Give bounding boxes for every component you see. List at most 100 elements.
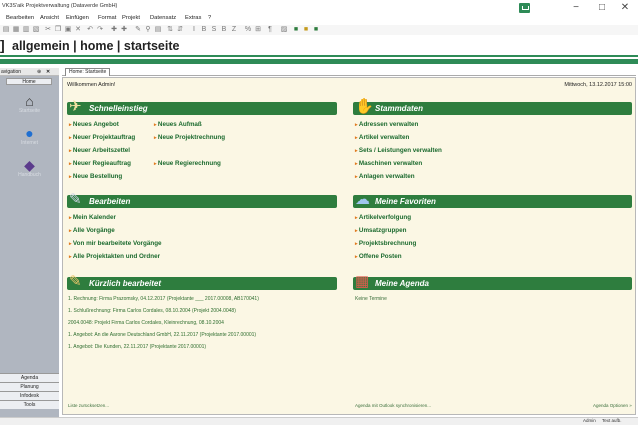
- window-title: VK3S'aik Projektverwaltung (Dataverde Gm…: [2, 3, 118, 9]
- link-neue-regierechnung[interactable]: Neue Regierechnung: [154, 160, 221, 167]
- bold-icon[interactable]: B: [200, 26, 208, 34]
- page-icon[interactable]: ▧: [32, 26, 40, 34]
- link-maschinen[interactable]: Maschinen verwalten: [355, 160, 422, 167]
- recent-item[interactable]: 1. Angebot: Die Kunden, 22.11.2017 (Proj…: [68, 344, 206, 350]
- nav-item-handbuch[interactable]: ◆ Handbuch: [0, 158, 59, 178]
- nav-tab-agenda[interactable]: Agenda: [0, 373, 59, 382]
- reset-list-link[interactable]: Liste zurücksetzen...: [68, 403, 109, 408]
- agenda-options-link[interactable]: Agenda Optionen »: [593, 403, 632, 408]
- panel-header-bearbeiten: ✎ Bearbeiten: [67, 192, 337, 208]
- link-neuer-projektauftrag[interactable]: Neuer Projektauftrag: [69, 134, 135, 141]
- link-neues-angebot[interactable]: Neues Angebot: [69, 121, 119, 128]
- menu-help[interactable]: ?: [208, 15, 211, 21]
- copy-icon[interactable]: ❐: [54, 26, 62, 34]
- link-projektsbrechnung[interactable]: Projektsbrechnung: [355, 240, 416, 247]
- preview-icon[interactable]: ▥: [22, 26, 30, 34]
- nav-tab-tools[interactable]: Tools: [0, 400, 59, 409]
- open-icon[interactable]: ▤: [2, 26, 10, 34]
- nav-home-tab[interactable]: Home: [6, 78, 52, 85]
- page-header: ] allgemein | home | startseite: [0, 37, 638, 57]
- menu-format[interactable]: Format: [98, 15, 116, 21]
- recent-item[interactable]: 2004.0048: Projekt Firma Carlos Cordales…: [68, 320, 224, 326]
- cut-icon[interactable]: ✂: [44, 26, 52, 34]
- nav-tab-infodesk[interactable]: Infodesk: [0, 391, 59, 400]
- panel-header-kuerzlich: ✎ Kürzlich bearbeitet: [67, 274, 337, 290]
- save-icon[interactable]: ■: [292, 26, 300, 34]
- link-offene-posten[interactable]: Offene Posten: [355, 253, 402, 260]
- percent-icon[interactable]: %: [244, 26, 252, 34]
- nav-forward-icon[interactable]: ✚: [120, 26, 128, 34]
- recent-item[interactable]: 1. Schlußrechnung: Firma Carlos Cordales…: [68, 308, 236, 314]
- nav-back-icon[interactable]: ✚: [110, 26, 118, 34]
- paste-icon[interactable]: ▣: [64, 26, 72, 34]
- maximize-button[interactable]: □: [591, 2, 613, 13]
- welcome-text: Willkommen Admin!: [67, 82, 116, 88]
- link-meine-vorgaenge[interactable]: Von mir bearbeitete Vorgänge: [69, 240, 162, 247]
- link-mein-kalender[interactable]: Mein Kalender: [69, 214, 116, 221]
- nav-item-label: Internet: [21, 140, 38, 146]
- favorites-icon: ☁: [355, 191, 370, 208]
- link-neue-bestellung[interactable]: Neue Bestellung: [69, 173, 122, 180]
- link-artikelverfolgung[interactable]: Artikelverfolgung: [355, 214, 411, 221]
- close-button[interactable]: ✕: [614, 2, 636, 13]
- document-icon[interactable]: ▤: [154, 26, 162, 34]
- outlook-sync-link[interactable]: Agenda mit Outlook synchronisieren...: [355, 403, 431, 408]
- link-projektakten[interactable]: Alle Projektakten und Ordner: [69, 253, 160, 260]
- link-anlagen[interactable]: Anlagen verwalten: [355, 173, 415, 180]
- menu-extras[interactable]: Extras: [185, 15, 201, 21]
- edit-icon[interactable]: ✎: [134, 26, 142, 34]
- status-bar: Admin Text aufb.: [0, 417, 638, 425]
- folder-icon[interactable]: ■: [302, 26, 310, 34]
- font-icon[interactable]: B: [220, 26, 228, 34]
- format-icon[interactable]: ¶: [266, 26, 274, 34]
- link-umsatzgruppen[interactable]: Umsatzgruppen: [355, 227, 407, 234]
- header-bracket-icon: ]: [0, 37, 5, 53]
- panel-title: Bearbeiten: [89, 197, 131, 206]
- link-alle-vorgaenge[interactable]: Alle Vorgänge: [69, 227, 115, 234]
- redo-icon[interactable]: ↷: [96, 26, 104, 34]
- link-neue-projektrechnung[interactable]: Neue Projektrechnung: [154, 134, 225, 141]
- menu-projekt[interactable]: Projekt: [122, 15, 140, 21]
- menu-datensatz[interactable]: Datensatz: [150, 15, 176, 21]
- search-icon[interactable]: ⚲: [144, 26, 152, 34]
- nav-item-internet[interactable]: ● Internet: [0, 126, 59, 146]
- text-icon[interactable]: I: [190, 26, 198, 34]
- print-icon[interactable]: ▦: [12, 26, 20, 34]
- menu-einfuegen[interactable]: Einfügen: [66, 15, 89, 21]
- current-datetime: Mittwoch, 13.12.2017 15:00: [564, 82, 632, 88]
- table-icon[interactable]: ⊞: [254, 26, 262, 34]
- tab-strip: Home: Startseite: [62, 66, 636, 76]
- pin-icon[interactable]: ⊕: [37, 69, 41, 75]
- link-neuer-regieauftrag[interactable]: Neuer Regieauftrag: [69, 160, 131, 167]
- chart-icon[interactable]: ▨: [280, 26, 288, 34]
- toolbar: ▤ ▦ ▥ ▧ ✂ ❐ ▣ ✕ ↶ ↷ ✚ ✚ ✎ ⚲ ▤ ⇅ ⇵ I B S …: [0, 25, 638, 35]
- recent-item[interactable]: 1. Angebot: An die Aarone Deutschland Gm…: [68, 332, 256, 338]
- sort-asc-icon[interactable]: ⇅: [166, 26, 174, 34]
- navigation-pane: Home ⌂ Startseite ● Internet ◆ Handbuch: [0, 76, 59, 418]
- delete-icon[interactable]: ✕: [74, 26, 82, 34]
- agenda-empty-text: Keine Termine: [355, 296, 387, 302]
- nav-tab-planung[interactable]: Planung: [0, 382, 59, 391]
- nav-item-label: Handbuch: [18, 172, 41, 178]
- page-title: allgemein | home | startseite: [12, 39, 180, 53]
- navigation-title: avigation: [1, 69, 22, 75]
- undo-icon[interactable]: ↶: [86, 26, 94, 34]
- strike-icon[interactable]: S: [210, 26, 218, 34]
- underline-icon[interactable]: Z: [230, 26, 238, 34]
- link-artikel[interactable]: Artikel verwalten: [355, 134, 409, 141]
- nav-item-startseite[interactable]: ⌂ Startseite: [0, 94, 59, 114]
- link-neuer-arbeitszettel[interactable]: Neuer Arbeitszettel: [69, 147, 130, 154]
- sort-desc-icon[interactable]: ⇵: [176, 26, 184, 34]
- link-sets-leistungen[interactable]: Sets / Leistungen verwalten: [355, 147, 442, 154]
- menu-bearbeiten[interactable]: Bearbeiten: [6, 15, 34, 21]
- link-adressen[interactable]: Adressen verwalten: [355, 121, 419, 128]
- start-page: Willkommen Admin! Mittwoch, 13.12.2017 1…: [62, 77, 636, 415]
- tab-home-startseite[interactable]: Home: Startseite: [65, 68, 111, 76]
- app-status-icon[interactable]: [519, 3, 530, 13]
- menu-ansicht[interactable]: Ansicht: [40, 15, 59, 21]
- navigation-close-icon[interactable]: ✕: [46, 69, 50, 75]
- recent-item[interactable]: 1. Rechnung: Firma Prazomsky, 04.12.2017…: [68, 296, 259, 302]
- export-icon[interactable]: ■: [312, 26, 320, 34]
- minimize-button[interactable]: −: [565, 2, 587, 13]
- link-neues-aufmass[interactable]: Neues Aufmaß: [154, 121, 202, 128]
